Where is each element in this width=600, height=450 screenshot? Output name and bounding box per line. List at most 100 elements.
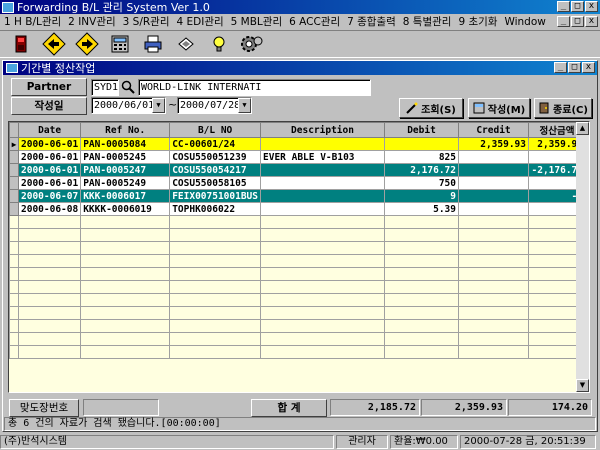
row-indicator[interactable]	[9, 202, 19, 216]
cell-credit[interactable]	[458, 150, 529, 164]
cell-credit[interactable]	[458, 189, 529, 203]
cell-description[interactable]	[260, 163, 385, 177]
cell-ref-no[interactable]: PAN-0005249	[80, 176, 171, 190]
scroll-down-icon[interactable]: ▼	[576, 379, 589, 392]
row-indicator[interactable]	[9, 150, 19, 164]
cell-date[interactable]: 2000-06-01	[17, 163, 82, 177]
child-maximize-button[interactable]: □	[568, 62, 581, 73]
menu-init[interactable]: 9 초기화	[458, 14, 497, 29]
table-row[interactable]: 2000-06-01 PAN-0005247 COSU550054217 2,176.…	[9, 163, 586, 177]
cell-ref-no[interactable]: PAN-0005247	[80, 163, 171, 177]
menu-special[interactable]: 8 특별관리	[403, 14, 452, 29]
cell-debit[interactable]	[384, 137, 459, 151]
cell-ref-no[interactable]: KKK-0006017	[80, 189, 171, 203]
cell-ref-no[interactable]: KKKK-0006019	[80, 202, 171, 216]
cell-description[interactable]	[260, 137, 385, 151]
cell-debit[interactable]: 825	[384, 150, 459, 164]
menu-mbl[interactable]: 5 MBL관리	[231, 14, 282, 29]
menu-report[interactable]: 7 종합출력	[347, 14, 396, 29]
maximize-button[interactable]: □	[571, 1, 584, 12]
close-button[interactable]: x	[585, 1, 598, 12]
table-row[interactable]: ▶ 2000-06-01 PAN-0005084 CC-00601/24 2,359.9…	[9, 137, 586, 151]
forward-arrow-icon[interactable]	[74, 32, 100, 56]
cell-description[interactable]	[260, 202, 385, 216]
diamond-icon[interactable]	[173, 32, 199, 56]
app-icon	[2, 1, 14, 13]
mdi-restore-button[interactable]: □	[571, 16, 584, 27]
table-row[interactable]: 2000-06-08 KKKK-0006019 TOPHK006022 5.39	[9, 202, 586, 216]
menu-sr[interactable]: 3 S/R관리	[123, 14, 170, 29]
chevron-down-icon[interactable]: ▼	[152, 98, 165, 113]
cell-credit[interactable]: 2,359.93	[458, 137, 529, 151]
cell-debit[interactable]: 5.39	[384, 202, 459, 216]
column-header-description[interactable]: Description	[260, 122, 385, 138]
child-minimize-button[interactable]: _	[554, 62, 567, 73]
date-from-select[interactable]: 2000/06/01 ▼	[91, 97, 166, 114]
vertical-scrollbar[interactable]: ▲ ▼	[576, 122, 589, 392]
total-label: 합 계	[251, 399, 327, 417]
close-window-button[interactable]: 종료(C)	[534, 98, 592, 118]
mdi-minimize-button[interactable]: _	[557, 16, 570, 27]
cell-debit[interactable]: 750	[384, 176, 459, 190]
minimize-button[interactable]: _	[557, 1, 570, 12]
calculator-icon[interactable]	[107, 32, 133, 56]
cell-bl-no[interactable]: COSU550051239	[169, 150, 261, 164]
cell-credit[interactable]	[458, 163, 529, 177]
date-to-select[interactable]: 2000/07/28 ▼	[177, 97, 252, 114]
cell-debit[interactable]: 9	[384, 189, 459, 203]
partner-code-input[interactable]: SYD1	[91, 79, 119, 96]
mdi-close-button[interactable]: x	[585, 16, 598, 27]
create-button[interactable]: 작성(M)	[468, 98, 530, 118]
current-row-indicator-icon[interactable]: ▶	[9, 137, 19, 151]
menu-edi[interactable]: 4 EDI관리	[177, 14, 224, 29]
wand-icon	[406, 102, 418, 114]
cell-description[interactable]: EVER ABLE V-B103	[260, 150, 385, 164]
row-indicator[interactable]	[9, 163, 19, 177]
table-row[interactable]: 2000-06-01 PAN-0005249 COSU550058105 750	[9, 176, 586, 190]
menu-hbl[interactable]: 1 H B/L관리	[4, 14, 61, 29]
child-close-button[interactable]: x	[582, 62, 595, 73]
column-header-bl-no[interactable]: B/L NO	[169, 122, 261, 138]
exit-icon[interactable]	[8, 32, 34, 56]
row-indicator[interactable]	[9, 189, 19, 203]
table-row[interactable]: 2000-06-01 PAN-0005245 COSU550051239 EVER A…	[9, 150, 586, 164]
gear-icon[interactable]	[239, 32, 265, 56]
cell-ref-no[interactable]: PAN-0005084	[80, 137, 171, 151]
cell-bl-no[interactable]: TOPHK006022	[169, 202, 261, 216]
cell-credit[interactable]	[458, 176, 529, 190]
cell-date[interactable]: 2000-06-01	[17, 150, 82, 164]
partner-search-icon[interactable]	[121, 80, 135, 94]
cell-date[interactable]: 2000-06-01	[17, 137, 82, 151]
cell-debit[interactable]: 2,176.72	[384, 163, 459, 177]
cell-bl-no[interactable]: COSU550058105	[169, 176, 261, 190]
cell-description[interactable]	[260, 176, 385, 190]
menu-window[interactable]: Window	[504, 16, 545, 28]
cell-bl-no[interactable]: FEIX00751001BUS	[169, 189, 261, 203]
row-indicator[interactable]	[9, 176, 19, 190]
scroll-up-icon[interactable]: ▲	[576, 122, 589, 135]
cell-date[interactable]: 2000-06-07	[17, 189, 82, 203]
total-debit: 2,185.72	[330, 399, 420, 416]
settlement-window-title-bar: 기간별 정산작업 _ □ x	[3, 61, 597, 75]
menu-inv[interactable]: 2 INV관리	[68, 14, 115, 29]
cell-description[interactable]	[260, 189, 385, 203]
cell-ref-no[interactable]: PAN-0005245	[80, 150, 171, 164]
printer-icon[interactable]	[140, 32, 166, 56]
chevron-down-icon[interactable]: ▼	[238, 98, 251, 113]
cell-date[interactable]: 2000-06-01	[17, 176, 82, 190]
cell-credit[interactable]	[458, 202, 529, 216]
column-header-ref-no[interactable]: Ref No.	[80, 122, 171, 138]
column-header-credit[interactable]: Credit	[458, 122, 529, 138]
cell-date[interactable]: 2000-06-08	[17, 202, 82, 216]
tip-icon[interactable]	[206, 32, 232, 56]
search-button[interactable]: 조회(S)	[399, 98, 463, 118]
cell-bl-no[interactable]: COSU550054217	[169, 163, 261, 177]
cell-bl-no[interactable]: CC-00601/24	[169, 137, 261, 151]
table-row[interactable]: 2000-06-07KKK-0006017FEIX00751001BUS9-9	[9, 189, 586, 203]
voucher-number-field[interactable]	[83, 399, 159, 416]
back-arrow-icon[interactable]	[41, 32, 67, 56]
settlement-window: 기간별 정산작업 _ □ x Partner SYD1 WORLD-LINK I…	[2, 60, 598, 432]
column-header-debit[interactable]: Debit	[384, 122, 459, 138]
column-header-date[interactable]: Date	[17, 122, 82, 138]
menu-acc[interactable]: 6 ACC관리	[289, 14, 340, 29]
